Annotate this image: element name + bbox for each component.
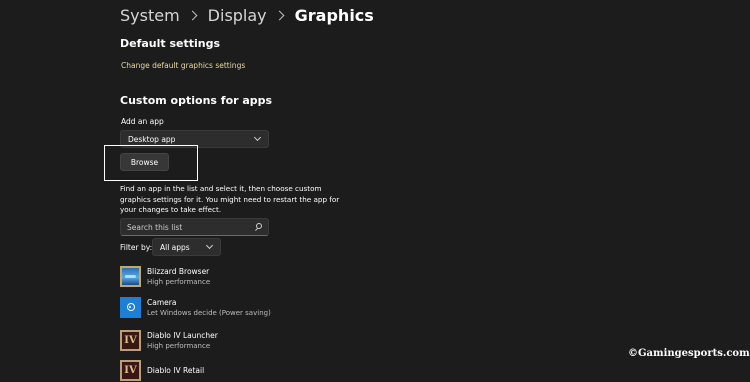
browse-button[interactable]: Browse bbox=[120, 153, 169, 171]
app-name: Diablo IV Launcher bbox=[147, 330, 218, 340]
custom-options-title: Custom options for apps bbox=[120, 94, 273, 107]
app-type-value: Desktop app bbox=[128, 134, 176, 144]
custom-options-description: Find an app in the list and select it, t… bbox=[120, 184, 340, 214]
app-row-diablo-iv-launcher[interactable]: IV Diablo IV Launcher High performance bbox=[120, 328, 218, 352]
diablo-iv-icon: IV bbox=[120, 329, 141, 351]
chevron-down-icon bbox=[205, 241, 214, 250]
breadcrumb-display[interactable]: Display bbox=[208, 6, 267, 25]
search-input[interactable] bbox=[127, 222, 254, 232]
search-icon[interactable] bbox=[254, 222, 263, 232]
filter-value: All apps bbox=[160, 242, 190, 252]
app-name: Diablo IV Retail bbox=[147, 365, 205, 375]
chevron-down-icon bbox=[253, 133, 262, 142]
filter-dropdown[interactable]: All apps bbox=[152, 238, 221, 256]
app-name: Blizzard Browser bbox=[147, 266, 210, 276]
app-row-diablo-iv-retail[interactable]: IV Diablo IV Retail bbox=[120, 358, 204, 382]
search-box[interactable] bbox=[120, 218, 269, 236]
app-preference: Let Windows decide (Power saving) bbox=[147, 308, 271, 317]
default-settings-title: Default settings bbox=[120, 37, 221, 50]
app-name: Camera bbox=[147, 297, 177, 307]
chevron-right-icon bbox=[187, 10, 198, 20]
change-default-graphics-link[interactable]: Change default graphics settings bbox=[121, 61, 245, 70]
breadcrumb: System Display Graphics bbox=[120, 4, 374, 26]
app-row-blizzard-browser[interactable]: Blizzard Browser High performance bbox=[120, 264, 210, 288]
app-preference: High performance bbox=[147, 341, 211, 350]
add-an-app-label: Add an app bbox=[121, 117, 164, 126]
diablo-iv-icon: IV bbox=[120, 359, 141, 381]
filter-by-label: Filter by: bbox=[120, 243, 153, 252]
breadcrumb-graphics: Graphics bbox=[294, 5, 374, 25]
watermark: ©Gamingesports.com bbox=[628, 348, 750, 359]
chevron-right-icon bbox=[274, 10, 285, 20]
breadcrumb-system[interactable]: System bbox=[120, 6, 180, 25]
app-row-camera[interactable]: Camera Let Windows decide (Power saving) bbox=[120, 295, 271, 319]
blizzard-browser-icon bbox=[120, 265, 141, 287]
camera-icon bbox=[120, 296, 141, 318]
app-preference: High performance bbox=[147, 277, 211, 286]
